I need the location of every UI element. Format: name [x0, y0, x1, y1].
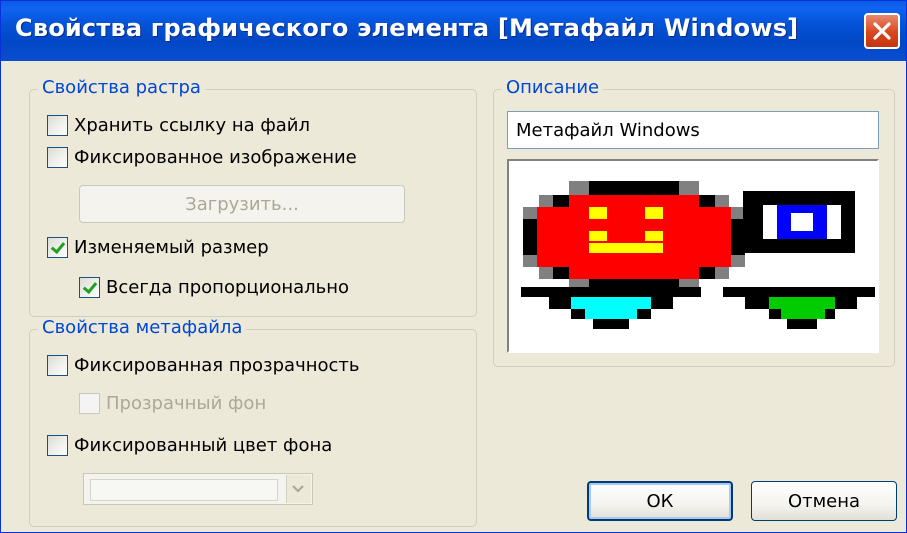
store-link-checkbox[interactable]: Хранить ссылку на файл [47, 115, 310, 136]
store-link-box[interactable] [47, 115, 68, 136]
metafile-properties-legend: Свойства метафайла [38, 317, 247, 338]
fixed-bg-color-label: Фиксированный цвет фона [74, 435, 333, 456]
close-button[interactable] [864, 13, 900, 49]
title-bar[interactable]: Свойства графического элемента [Метафайл… [1, 1, 906, 61]
fixed-image-checkbox[interactable]: Фиксированное изображение [47, 147, 357, 168]
fixed-bg-color-box[interactable] [47, 435, 68, 456]
transparent-bg-label: Прозрачный фон [106, 393, 267, 414]
resizable-checkbox[interactable]: Изменяемый размер [47, 237, 269, 258]
dialog-window: Свойства графического элемента [Метафайл… [0, 0, 907, 533]
metafile-preview [507, 159, 879, 353]
transparent-bg-box[interactable] [79, 393, 100, 414]
always-proportional-box[interactable] [79, 277, 100, 298]
description-input[interactable]: Метафайл Windows [507, 111, 879, 149]
bg-color-dropdown-button[interactable] [286, 475, 311, 503]
resizable-label: Изменяемый размер [74, 237, 269, 258]
ok-button[interactable]: ОК [587, 481, 733, 521]
cancel-button[interactable]: Отмена [751, 481, 897, 521]
raster-properties-legend: Свойства растра [38, 77, 205, 98]
metafile-preview-image [521, 181, 875, 329]
window-title: Свойства графического элемента [Метафайл… [15, 14, 799, 42]
close-icon [873, 22, 891, 40]
always-proportional-label: Всегда пропорционально [106, 277, 350, 298]
bg-color-swatch [90, 479, 278, 501]
fixed-transparency-label: Фиксированная прозрачность [74, 355, 360, 376]
always-proportional-checkbox[interactable]: Всегда пропорционально [79, 277, 349, 298]
bg-color-combobox[interactable] [83, 473, 313, 505]
description-legend: Описание [502, 77, 604, 98]
fixed-bg-color-checkbox[interactable]: Фиксированный цвет фона [47, 435, 332, 456]
fixed-transparency-checkbox[interactable]: Фиксированная прозрачность [47, 355, 360, 376]
store-link-label: Хранить ссылку на файл [74, 115, 310, 136]
fixed-image-label: Фиксированное изображение [74, 147, 357, 168]
transparent-bg-checkbox[interactable]: Прозрачный фон [79, 393, 266, 414]
chevron-down-icon [292, 485, 304, 493]
resizable-box[interactable] [47, 237, 68, 258]
fixed-image-box[interactable] [47, 147, 68, 168]
load-button[interactable]: Загрузить... [79, 185, 405, 223]
fixed-transparency-box[interactable] [47, 355, 68, 376]
